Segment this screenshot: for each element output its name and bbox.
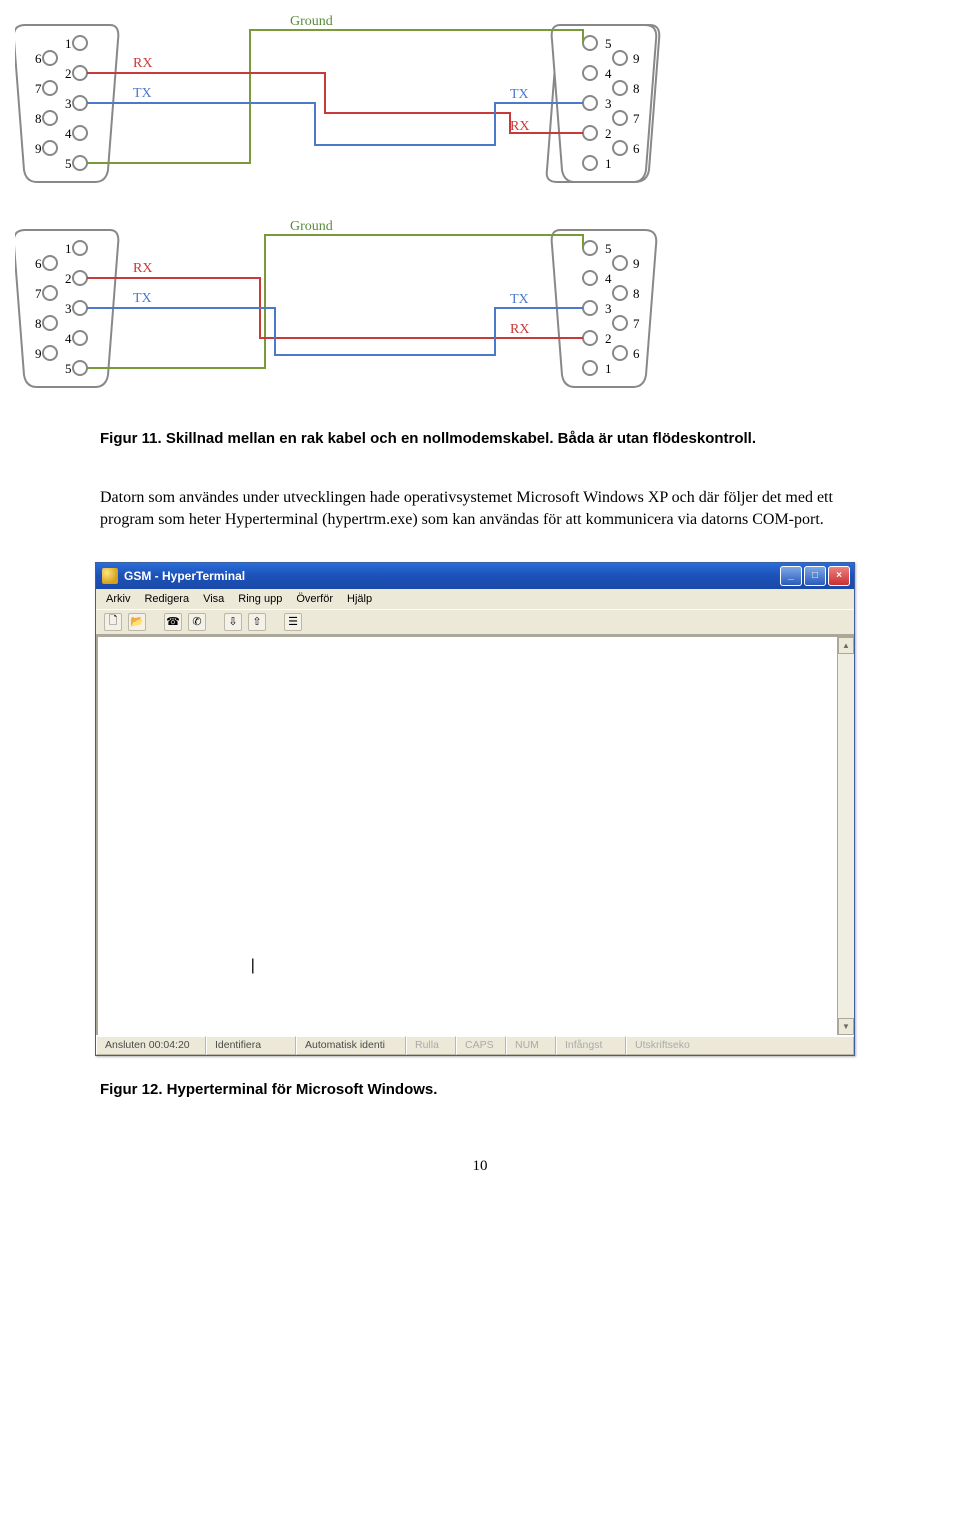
toolbar-new-icon[interactable]: 🗋 xyxy=(104,613,122,631)
page-number: 10 xyxy=(100,1158,860,1175)
svg-text:4: 4 xyxy=(65,331,72,346)
terminal-content-area: | ▲ ▼ xyxy=(96,635,854,1035)
toolbar-open-icon[interactable]: 📂 xyxy=(128,613,146,631)
diagram-svg-2: 1 6 2 7 3 8 4 9 5 5 9 4 8 3 7 2 xyxy=(15,215,665,395)
status-detect: Identifiera xyxy=(206,1036,296,1055)
maximize-button[interactable]: □ xyxy=(804,566,826,586)
svg-text:3: 3 xyxy=(65,96,72,111)
body-paragraph: Datorn som användes under utvecklingen h… xyxy=(100,487,860,532)
menu-redigera[interactable]: Redigera xyxy=(144,593,189,605)
svg-text:8: 8 xyxy=(35,111,42,126)
svg-text:4: 4 xyxy=(65,126,72,141)
window-title: GSM - HyperTerminal xyxy=(124,569,245,583)
hyperterminal-window: GSM - HyperTerminal _ □ × Arkiv Redigera… xyxy=(95,562,855,1056)
svg-text:5: 5 xyxy=(65,156,72,171)
tx-left-label: TX xyxy=(133,86,152,101)
toolbar-disconnect-icon[interactable]: ✆ xyxy=(188,613,206,631)
status-utskriftseko: Utskriftseko xyxy=(626,1036,854,1055)
tx-left-label-2: TX xyxy=(133,291,152,306)
svg-text:3: 3 xyxy=(605,301,612,316)
svg-text:7: 7 xyxy=(35,81,42,96)
svg-text:7: 7 xyxy=(633,316,640,331)
svg-text:3: 3 xyxy=(65,301,72,316)
svg-text:8: 8 xyxy=(633,286,640,301)
svg-text:9: 9 xyxy=(633,51,640,66)
menu-overfor[interactable]: Överför xyxy=(296,593,333,605)
app-icon xyxy=(102,568,118,584)
svg-text:2: 2 xyxy=(605,331,612,346)
toolbar-send-icon[interactable]: ⇩ xyxy=(224,613,242,631)
svg-text:6: 6 xyxy=(633,141,640,156)
status-caps: CAPS xyxy=(456,1036,506,1055)
terminal-cursor: | xyxy=(248,957,258,975)
rx-left-label: RX xyxy=(133,56,152,71)
status-num: NUM xyxy=(506,1036,556,1055)
status-infangst: Infångst xyxy=(556,1036,626,1055)
svg-text:9: 9 xyxy=(633,256,640,271)
scroll-up-icon[interactable]: ▲ xyxy=(838,637,854,654)
svg-text:6: 6 xyxy=(35,256,42,271)
toolbar: 🗋 📂 ☎ ✆ ⇩ ⇧ ☰ xyxy=(96,609,854,635)
svg-text:4: 4 xyxy=(605,271,612,286)
svg-text:4: 4 xyxy=(605,66,612,81)
hyperterminal-titlebar: GSM - HyperTerminal _ □ × xyxy=(96,563,854,589)
serial-cable-diagram-straight: 1 6 2 7 3 8 4 9 5 xyxy=(15,10,860,195)
menu-visa[interactable]: Visa xyxy=(203,593,224,605)
menu-arkiv[interactable]: Arkiv xyxy=(106,593,130,605)
figure-12-caption: Figur 12. Hyperterminal för Microsoft Wi… xyxy=(100,1081,860,1098)
svg-text:5: 5 xyxy=(605,241,612,256)
svg-text:1: 1 xyxy=(605,361,612,376)
status-rulla: Rulla xyxy=(406,1036,456,1055)
tx-right-label-2: TX xyxy=(510,292,529,307)
svg-text:1: 1 xyxy=(65,36,72,51)
scroll-down-icon[interactable]: ▼ xyxy=(838,1018,854,1035)
menu-hjalp[interactable]: Hjälp xyxy=(347,593,372,605)
toolbar-connect-icon[interactable]: ☎ xyxy=(164,613,182,631)
rx-right-label-2: RX xyxy=(510,322,529,337)
serial-cable-diagram-nullmodem: 1 6 2 7 3 8 4 9 5 5 9 4 8 3 7 2 xyxy=(15,215,860,400)
svg-text:6: 6 xyxy=(633,346,640,361)
tx-right-label: TX xyxy=(510,87,529,102)
toolbar-receive-icon[interactable]: ⇧ xyxy=(248,613,266,631)
toolbar-properties-icon[interactable]: ☰ xyxy=(284,613,302,631)
status-bar: Ansluten 00:04:20 Identifiera Automatisk… xyxy=(96,1035,854,1055)
document-page: 1 6 2 7 3 8 4 9 5 xyxy=(0,0,960,1215)
svg-text:6: 6 xyxy=(35,51,42,66)
svg-text:1: 1 xyxy=(605,156,612,171)
menu-ringupp[interactable]: Ring upp xyxy=(238,593,282,605)
minimize-button[interactable]: _ xyxy=(780,566,802,586)
svg-text:9: 9 xyxy=(35,346,42,361)
terminal-pane[interactable]: | xyxy=(98,637,837,1035)
rx-right-label: RX xyxy=(510,119,529,134)
scroll-track[interactable] xyxy=(838,654,854,1018)
status-connected: Ansluten 00:04:20 xyxy=(96,1036,206,1055)
svg-text:7: 7 xyxy=(35,286,42,301)
rx-left-label-2: RX xyxy=(133,261,152,276)
diagram-svg-1: 1 6 2 7 3 8 4 9 5 xyxy=(15,10,665,190)
svg-text:3: 3 xyxy=(605,96,612,111)
vertical-scrollbar[interactable]: ▲ ▼ xyxy=(837,637,854,1035)
svg-text:2: 2 xyxy=(65,271,72,286)
svg-text:7: 7 xyxy=(633,111,640,126)
svg-text:1: 1 xyxy=(65,241,72,256)
menu-bar: Arkiv Redigera Visa Ring upp Överför Hjä… xyxy=(96,589,854,609)
svg-text:5: 5 xyxy=(65,361,72,376)
svg-text:5: 5 xyxy=(605,36,612,51)
figure-11-caption: Figur 11. Skillnad mellan en rak kabel o… xyxy=(100,430,860,447)
svg-text:9: 9 xyxy=(35,141,42,156)
svg-text:8: 8 xyxy=(35,316,42,331)
status-autodetect: Automatisk identi xyxy=(296,1036,406,1055)
svg-text:2: 2 xyxy=(65,66,72,81)
svg-text:2: 2 xyxy=(605,126,612,141)
close-button[interactable]: × xyxy=(828,566,850,586)
svg-text:8: 8 xyxy=(633,81,640,96)
ground-label: Ground xyxy=(290,14,333,29)
ground-label-2: Ground xyxy=(290,219,333,234)
